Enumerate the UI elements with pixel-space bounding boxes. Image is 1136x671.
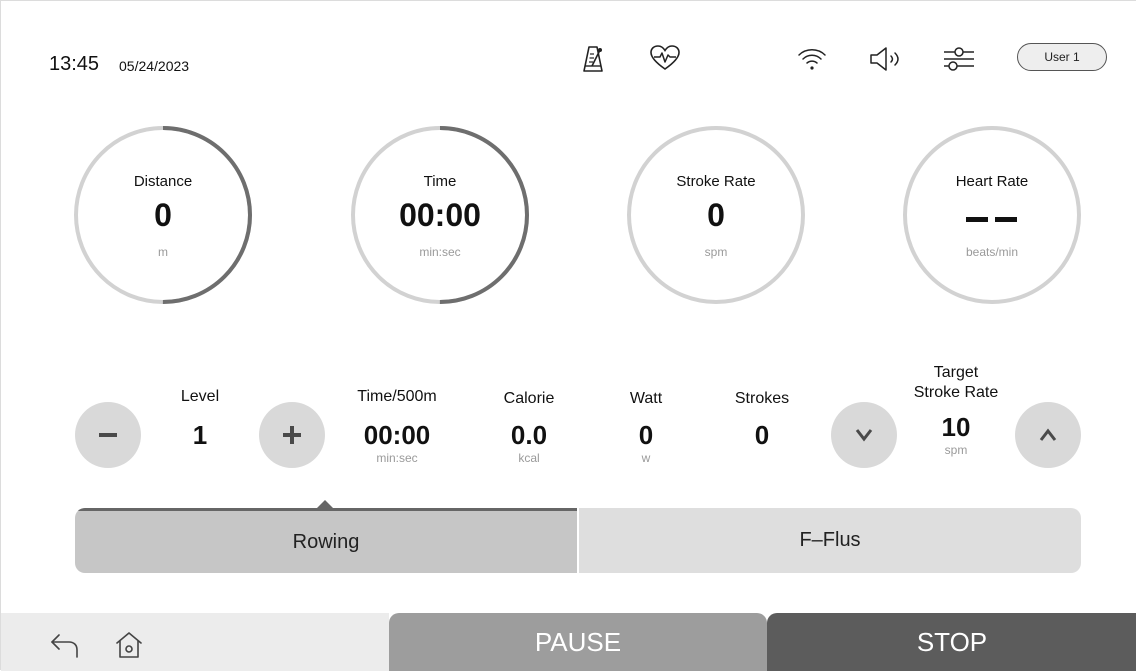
user-button[interactable]: User 1 (1017, 43, 1107, 71)
level-value: 1 (192, 420, 208, 450)
target-stroke-rate-value: 10 (941, 412, 971, 442)
target-label-line1: Target (933, 364, 979, 381)
heart-rate-label: Heart Rate (955, 173, 1029, 190)
heart-rate-dash (966, 217, 988, 222)
wifi-icon[interactable] (795, 45, 829, 73)
time-per-500m-unit: min:sec (376, 451, 418, 465)
watt-label: Watt (629, 390, 663, 407)
level-stat: Level 1 (149, 387, 251, 450)
stroke-rate-label: Stroke Rate (676, 173, 756, 190)
distance-label: Distance (133, 173, 193, 190)
calorie-stat: Calorie 0.0 kcal (479, 387, 579, 466)
heart-rate-icon[interactable] (647, 43, 683, 73)
clock: 13:45 (49, 53, 100, 75)
watt-unit: w (641, 451, 651, 465)
target-stroke-rate-unit: spm (944, 443, 968, 457)
heart-rate-dash (995, 217, 1017, 222)
strokes-stat: Strokes 0 (712, 387, 812, 450)
distance-gauge: Distance 0 m (73, 125, 253, 305)
chevron-up-icon (1039, 428, 1057, 441)
stroke-rate-unit: spm (704, 245, 728, 259)
level-decrease-button[interactable] (75, 402, 141, 468)
minus-icon (99, 433, 117, 437)
metronome-icon[interactable] (579, 43, 607, 75)
stroke-rate-gauge: Stroke Rate 0 spm (626, 125, 806, 305)
time-per-500m-value: 00:00 (363, 420, 431, 450)
calorie-label: Calorie (503, 390, 555, 407)
time-label: Time (423, 173, 457, 190)
strokes-value: 0 (754, 420, 770, 450)
watt-value: 0 (638, 420, 654, 450)
time-value: 00:00 (399, 197, 481, 233)
target-stroke-rate-stat: Target Stroke Rate 10 spm (896, 363, 1016, 458)
target-decrease-button[interactable] (831, 402, 897, 468)
target-increase-button[interactable] (1015, 402, 1081, 468)
time-gauge: Time 00:00 min:sec (350, 125, 530, 305)
mode-tab-fplus[interactable]: F–Flus (579, 508, 1081, 573)
status-header: 13:45 05/24/2023 User 1 (1, 1, 1136, 111)
distance-unit: m (158, 245, 168, 259)
watt-stat: Watt 0 w (596, 387, 696, 466)
date: 05/24/2023 (119, 58, 190, 74)
heart-rate-unit: beats/min (965, 245, 1019, 259)
level-increase-button[interactable] (259, 402, 325, 468)
time-unit: min:sec (419, 245, 461, 259)
time-per-500m-label: Time/500m (357, 388, 437, 405)
chevron-down-icon (855, 429, 873, 442)
time-per-500m-stat: Time/500m 00:00 min:sec (333, 387, 461, 466)
target-label-line2: Stroke Rate (913, 384, 999, 401)
mode-tab-rowing[interactable]: Rowing (75, 508, 577, 573)
stop-button[interactable]: STOP (767, 613, 1136, 671)
calorie-value: 0.0 (510, 420, 548, 450)
footer-nav (1, 613, 389, 671)
home-icon[interactable] (113, 629, 145, 661)
calorie-unit: kcal (518, 451, 540, 465)
distance-value: 0 (154, 197, 172, 233)
back-icon[interactable] (49, 631, 81, 659)
stroke-rate-value: 0 (707, 197, 725, 233)
level-label: Level (180, 388, 220, 405)
settings-sliders-icon[interactable] (941, 43, 977, 73)
strokes-label: Strokes (734, 390, 790, 407)
heart-rate-gauge: Heart Rate beats/min (902, 125, 1082, 305)
volume-icon[interactable] (867, 45, 903, 73)
heart-rate-ring (903, 126, 1081, 304)
footer-bar: PAUSE STOP (1, 613, 1136, 671)
app-frame: 13:45 05/24/2023 User 1 Distance 0 m Tim… (0, 0, 1136, 671)
plus-icon (283, 426, 301, 444)
mode-selector: Rowing F–Flus (75, 508, 1081, 573)
pause-button[interactable]: PAUSE (389, 613, 767, 671)
